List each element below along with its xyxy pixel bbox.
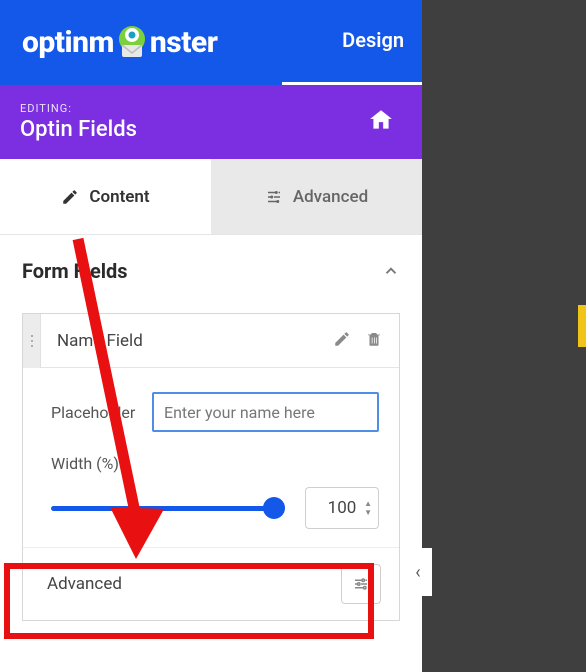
logo: optinm nster <box>22 23 217 63</box>
advanced-label: Advanced <box>47 574 122 594</box>
field-card-header: Name Field <box>23 314 399 368</box>
preview-pane: ‹ <box>422 0 586 672</box>
sliders-icon <box>352 575 370 593</box>
advanced-row[interactable]: Advanced <box>23 547 399 620</box>
app-header: optinm nster Design <box>0 0 422 85</box>
logo-text-left: optinm <box>22 25 114 60</box>
panel-body: Form Fields Name Field Placeholder <box>0 235 422 672</box>
width-slider[interactable] <box>51 496 285 520</box>
chevron-up-icon <box>382 262 400 280</box>
home-icon[interactable] <box>368 107 394 137</box>
editing-bar: EDITING: Optin Fields <box>0 85 422 159</box>
tab-advanced[interactable]: Advanced <box>211 159 422 234</box>
nav-design[interactable]: Design <box>342 28 404 58</box>
trash-icon[interactable] <box>365 330 383 352</box>
logo-text-right: nster <box>150 25 217 60</box>
edit-icon[interactable] <box>333 330 351 352</box>
field-title: Name Field <box>41 331 333 351</box>
mascot-icon <box>112 23 152 63</box>
sliders-icon <box>265 188 283 206</box>
tab-advanced-label: Advanced <box>293 187 368 207</box>
width-value: 100 <box>328 498 357 518</box>
placeholder-label: Placeholder <box>51 403 152 422</box>
nav-design-underline <box>282 82 422 85</box>
placeholder-input[interactable] <box>152 392 379 432</box>
slider-thumb-icon[interactable] <box>263 497 285 519</box>
drag-handle-icon[interactable] <box>23 314 41 368</box>
editing-label: EDITING: <box>20 102 137 115</box>
section-form-fields[interactable]: Form Fields <box>22 259 400 283</box>
advanced-toggle-button[interactable] <box>341 564 381 604</box>
tab-content[interactable]: Content <box>0 159 211 234</box>
width-number-input[interactable]: 100 ▲▼ <box>305 487 379 529</box>
stepper-icon[interactable]: ▲▼ <box>364 499 372 517</box>
section-title: Form Fields <box>22 259 128 283</box>
pencil-icon <box>61 188 79 206</box>
preview-collapse-icon[interactable]: ‹ <box>404 548 432 596</box>
tabs: Content Advanced <box>0 159 422 235</box>
width-label: Width (%) <box>51 454 379 473</box>
editing-title: Optin Fields <box>20 117 137 142</box>
preview-accent <box>578 305 586 347</box>
field-card: Name Field Placeholder Width (%) <box>22 313 400 621</box>
tab-content-label: Content <box>89 187 149 207</box>
